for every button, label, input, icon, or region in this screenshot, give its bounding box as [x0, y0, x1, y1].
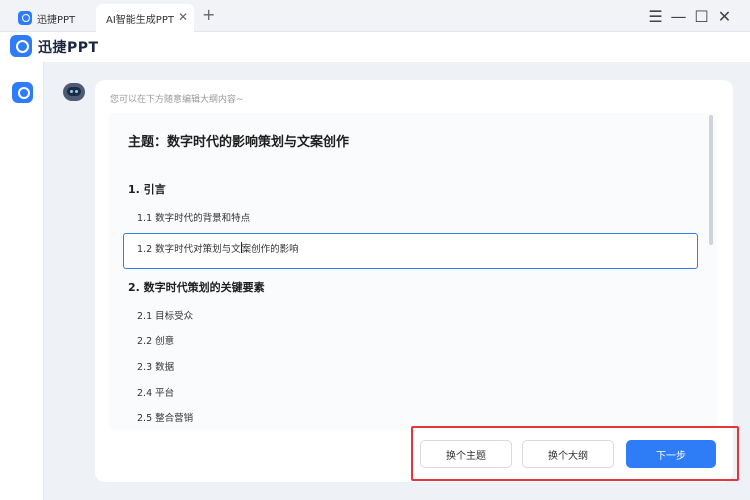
action-buttons-highlight: 换个主题 换个大纲 下一步 — [411, 426, 739, 481]
outline-item[interactable]: 2.3 数据 — [137, 359, 174, 373]
outline-item[interactable]: 2.4 平台 — [137, 385, 174, 399]
outline-heading[interactable]: 2. 数字时代策划的关键要素 — [128, 279, 265, 295]
app-header: 迅捷PPT — [0, 32, 750, 62]
close-window-icon[interactable]: ✕ — [713, 5, 736, 27]
item-text-before-caret: 1.2 数字时代对策划与文 — [137, 244, 241, 255]
tab-label: AI智能生成PPT — [106, 14, 174, 26]
window-controls: ☰ — ☐ ✕ — [644, 5, 736, 27]
app-name: 迅捷PPT — [38, 40, 99, 56]
outline-item[interactable]: 2.1 目标受众 — [137, 308, 193, 322]
menu-icon[interactable]: ☰ — [644, 5, 667, 27]
next-step-button[interactable]: 下一步 — [626, 440, 716, 468]
change-outline-button[interactable]: 换个大纲 — [522, 440, 614, 468]
outline-item[interactable]: 1.1 数字时代的背景和特点 — [137, 210, 250, 224]
maximize-icon[interactable]: ☐ — [690, 5, 713, 27]
outline-item[interactable]: 2.5 整合营销 — [137, 410, 193, 424]
outline-editor[interactable]: 主题：数字时代的影响策划与文案创作 1. 引言 1.1 数字时代的背景和特点 1… — [109, 113, 717, 430]
eye-icon — [70, 90, 73, 93]
outline-title[interactable]: 主题：数字时代的影响策划与文案创作 — [128, 131, 349, 150]
tab-xunjie-ppt[interactable]: 迅捷PPT — [18, 4, 94, 32]
outline-heading[interactable]: 1. 引言 — [128, 181, 166, 197]
outline-item[interactable]: 2.2 创意 — [137, 333, 174, 347]
sidebar — [0, 62, 44, 500]
outline-card: 您可以在下方随意编辑大纲内容~ 主题：数字时代的影响策划与文案创作 1. 引言 … — [95, 80, 733, 482]
sidebar-home-icon[interactable] — [12, 82, 33, 103]
assistant-avatar-icon — [63, 83, 85, 101]
item-text-after-caret: 案创作的影响 — [241, 244, 299, 255]
new-tab-icon[interactable]: + — [202, 6, 215, 24]
eye-icon — [75, 90, 78, 93]
change-topic-button[interactable]: 换个主题 — [420, 440, 512, 468]
edit-hint: 您可以在下方随意编辑大纲内容~ — [110, 95, 244, 105]
minimize-icon[interactable]: — — [667, 5, 690, 27]
title-bar: 迅捷PPT AI智能生成PPT ✕ + ☰ — ☐ ✕ — [0, 0, 750, 32]
app-logo-icon — [10, 35, 32, 57]
app-logo-icon — [18, 11, 32, 25]
outline-scrollbar[interactable] — [709, 115, 713, 245]
outline-item-editing[interactable]: 1.2 数字时代对策划与文案创作的影响 — [123, 233, 698, 269]
close-tab-icon[interactable]: ✕ — [178, 11, 188, 23]
tab-ai-generate-ppt[interactable]: AI智能生成PPT ✕ — [96, 4, 194, 32]
tab-label: 迅捷PPT — [37, 14, 76, 26]
